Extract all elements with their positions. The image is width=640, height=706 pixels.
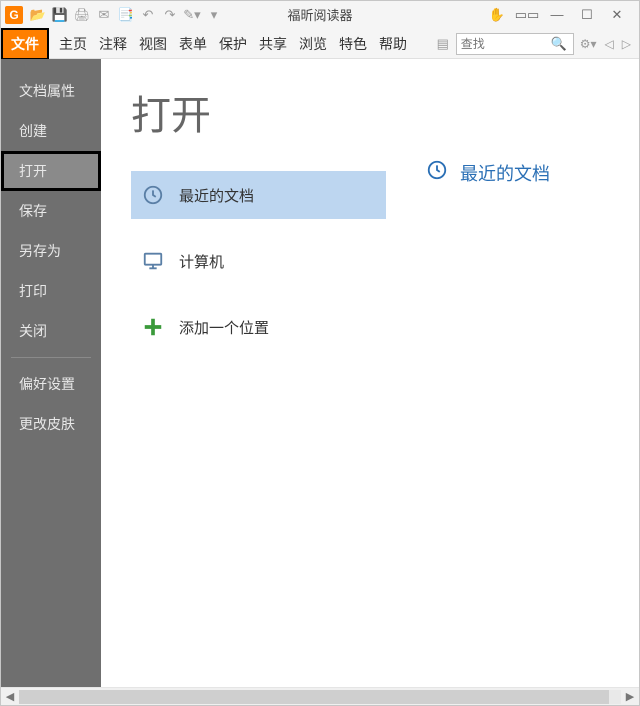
- search-box[interactable]: 🔍: [456, 33, 574, 55]
- recent-documents-header: 最近的文档: [426, 159, 639, 186]
- sidebar-item-create[interactable]: 创建: [1, 111, 101, 151]
- sidebar-divider: [11, 357, 91, 358]
- app-logo: G: [5, 6, 23, 24]
- sidebar-toggle-icon[interactable]: ▤: [434, 35, 452, 53]
- menu-help[interactable]: 帮助: [373, 30, 413, 58]
- recent-documents-title: 最近的文档: [460, 160, 550, 186]
- sidebar-item-docprops[interactable]: 文档属性: [1, 71, 101, 111]
- horizontal-scrollbar[interactable]: ◀ ▶: [1, 687, 639, 705]
- qat-dropdown-icon[interactable]: ▾: [205, 6, 223, 24]
- bookmark-icon[interactable]: 📑: [117, 6, 135, 24]
- scroll-right-arrow-icon[interactable]: ▶: [621, 689, 639, 705]
- menu-file[interactable]: 文件: [3, 30, 47, 58]
- settings-gear-icon[interactable]: ⚙▾: [578, 37, 599, 51]
- option-label: 添加一个位置: [179, 317, 269, 338]
- menu-home[interactable]: 主页: [53, 30, 93, 58]
- plus-icon: [141, 315, 165, 339]
- sidebar-item-close[interactable]: 关闭: [1, 311, 101, 351]
- folder-open-icon[interactable]: 📂: [29, 6, 47, 24]
- sidebar-item-print[interactable]: 打印: [1, 271, 101, 311]
- undo-icon[interactable]: ↶: [139, 6, 157, 24]
- option-add-place[interactable]: 添加一个位置: [131, 303, 386, 351]
- monitor-icon: [141, 249, 165, 273]
- search-input[interactable]: [461, 37, 551, 51]
- menu-browse[interactable]: 浏览: [293, 30, 333, 58]
- menu-protect[interactable]: 保护: [213, 30, 253, 58]
- scroll-thumb[interactable]: [19, 690, 609, 704]
- sidebar-item-save[interactable]: 保存: [1, 191, 101, 231]
- option-recent[interactable]: 最近的文档: [131, 171, 386, 219]
- maximize-button[interactable]: ☐: [579, 7, 595, 23]
- option-label: 计算机: [179, 251, 224, 272]
- quick-access-toolbar: 📂 💾 🖨 ✉ 📑 ↶ ↷ ✎▾ ▾: [29, 6, 223, 24]
- page-title: 打开: [131, 83, 386, 141]
- menu-form[interactable]: 表单: [173, 30, 213, 58]
- save-icon[interactable]: 💾: [51, 6, 69, 24]
- hand-icon[interactable]: ✋: [489, 7, 505, 23]
- tool-icon[interactable]: ✎▾: [183, 6, 201, 24]
- close-button[interactable]: ✕: [609, 7, 625, 23]
- email-icon[interactable]: ✉: [95, 6, 113, 24]
- option-computer[interactable]: 计算机: [131, 237, 386, 285]
- option-label: 最近的文档: [179, 185, 254, 206]
- clock-icon: [141, 183, 165, 207]
- group-icon[interactable]: ▭▭: [519, 7, 535, 23]
- minimize-button[interactable]: ―: [549, 7, 565, 23]
- search-icon[interactable]: 🔍: [551, 36, 567, 52]
- print-icon[interactable]: 🖨: [73, 6, 91, 24]
- menu-feature[interactable]: 特色: [333, 30, 373, 58]
- redo-icon[interactable]: ↷: [161, 6, 179, 24]
- sidebar-item-skin[interactable]: 更改皮肤: [1, 404, 101, 444]
- menu-view[interactable]: 视图: [133, 30, 173, 58]
- window-title: 福昕阅读器: [287, 5, 352, 24]
- nav-prev-icon[interactable]: ◁: [603, 37, 616, 51]
- sidebar-item-saveas[interactable]: 另存为: [1, 231, 101, 271]
- menu-share[interactable]: 共享: [253, 30, 293, 58]
- sidebar-item-prefs[interactable]: 偏好设置: [1, 364, 101, 404]
- clock-icon: [426, 159, 448, 186]
- menu-comment[interactable]: 注释: [93, 30, 133, 58]
- scroll-track[interactable]: [19, 690, 621, 704]
- sidebar-item-open[interactable]: 打开: [1, 151, 101, 191]
- backstage-sidebar: 文档属性 创建 打开 保存 另存为 打印 关闭 偏好设置 更改皮肤: [1, 59, 101, 687]
- nav-next-icon[interactable]: ▷: [620, 37, 633, 51]
- scroll-left-arrow-icon[interactable]: ◀: [1, 689, 19, 705]
